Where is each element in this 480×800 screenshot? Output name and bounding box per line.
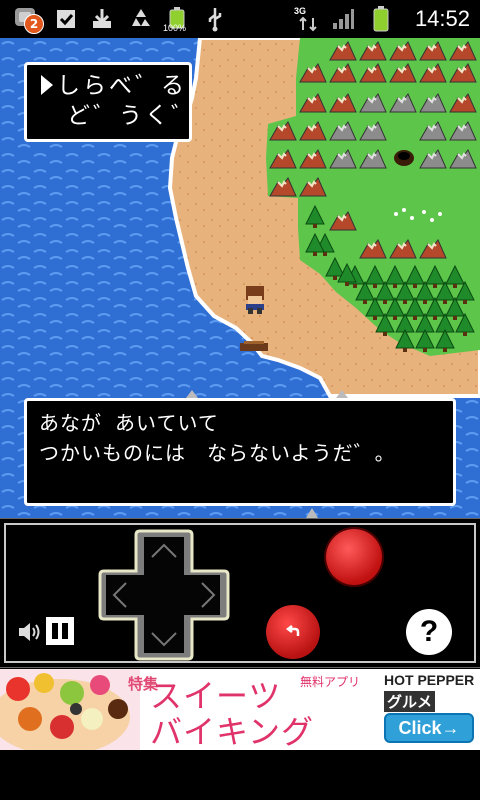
- ad-app-label: 無料アプリ: [300, 675, 361, 689]
- recycle-icon: [126, 4, 156, 34]
- notification-count-badge: 2: [24, 14, 44, 34]
- ad-click-button[interactable]: Click→: [384, 713, 474, 743]
- back-arrow-icon: [285, 625, 300, 636]
- download-icon: [88, 4, 116, 34]
- game-map[interactable]: しらべ゛る ど゛うく゛ あなが あいていて つかいものには ならないようだ゛。: [0, 38, 480, 518]
- hero-character: [246, 286, 264, 314]
- help-question-icon: ?: [419, 615, 439, 648]
- menu-cursor-icon: [41, 75, 53, 95]
- help-button[interactable]: ?: [406, 609, 452, 655]
- command-item-investigate[interactable]: しらべ゛る: [57, 73, 187, 99]
- dessert-image: [0, 669, 140, 750]
- status-bar: 2 100% 3G 14:52: [0, 0, 480, 38]
- game-controller: ?: [0, 518, 480, 668]
- 3g-icon: [296, 14, 320, 34]
- pause-icon[interactable]: [46, 617, 74, 645]
- clock: 14:52: [414, 6, 470, 31]
- dpad[interactable]: [96, 527, 232, 663]
- signal-icon: [330, 4, 356, 34]
- message-line-2: つかいものには ならないようだ゛。: [39, 441, 396, 465]
- ad-headline-2: バイキング: [150, 713, 315, 750]
- battery-icon: [370, 4, 392, 34]
- ad-brand: HOT PEPPER: [384, 672, 475, 688]
- message-window[interactable]: あなが あいていて つかいものには ならないようだ゛。: [24, 398, 456, 506]
- command-window: しらべ゛る ど゛うく゛: [24, 62, 194, 142]
- controller-frame: [4, 523, 476, 663]
- battery-percent: 100%: [163, 23, 187, 33]
- message-line-1: あなが あいていて: [39, 411, 219, 435]
- ad-brand-sub: グルメ: [384, 691, 436, 712]
- command-item-items[interactable]: ど゛うく゛: [67, 103, 197, 129]
- usb-icon: [204, 4, 226, 34]
- ad-banner[interactable]: 特集 スイーツ バイキング 無料アプリ HOT PEPPER グルメ Click…: [0, 669, 480, 750]
- action-button-icon[interactable]: [326, 529, 382, 585]
- cave-hole: [394, 150, 414, 166]
- back-button[interactable]: [266, 605, 320, 659]
- boat: [240, 341, 268, 351]
- checkbox-icon: [52, 4, 80, 34]
- volume-icon[interactable]: [16, 619, 42, 645]
